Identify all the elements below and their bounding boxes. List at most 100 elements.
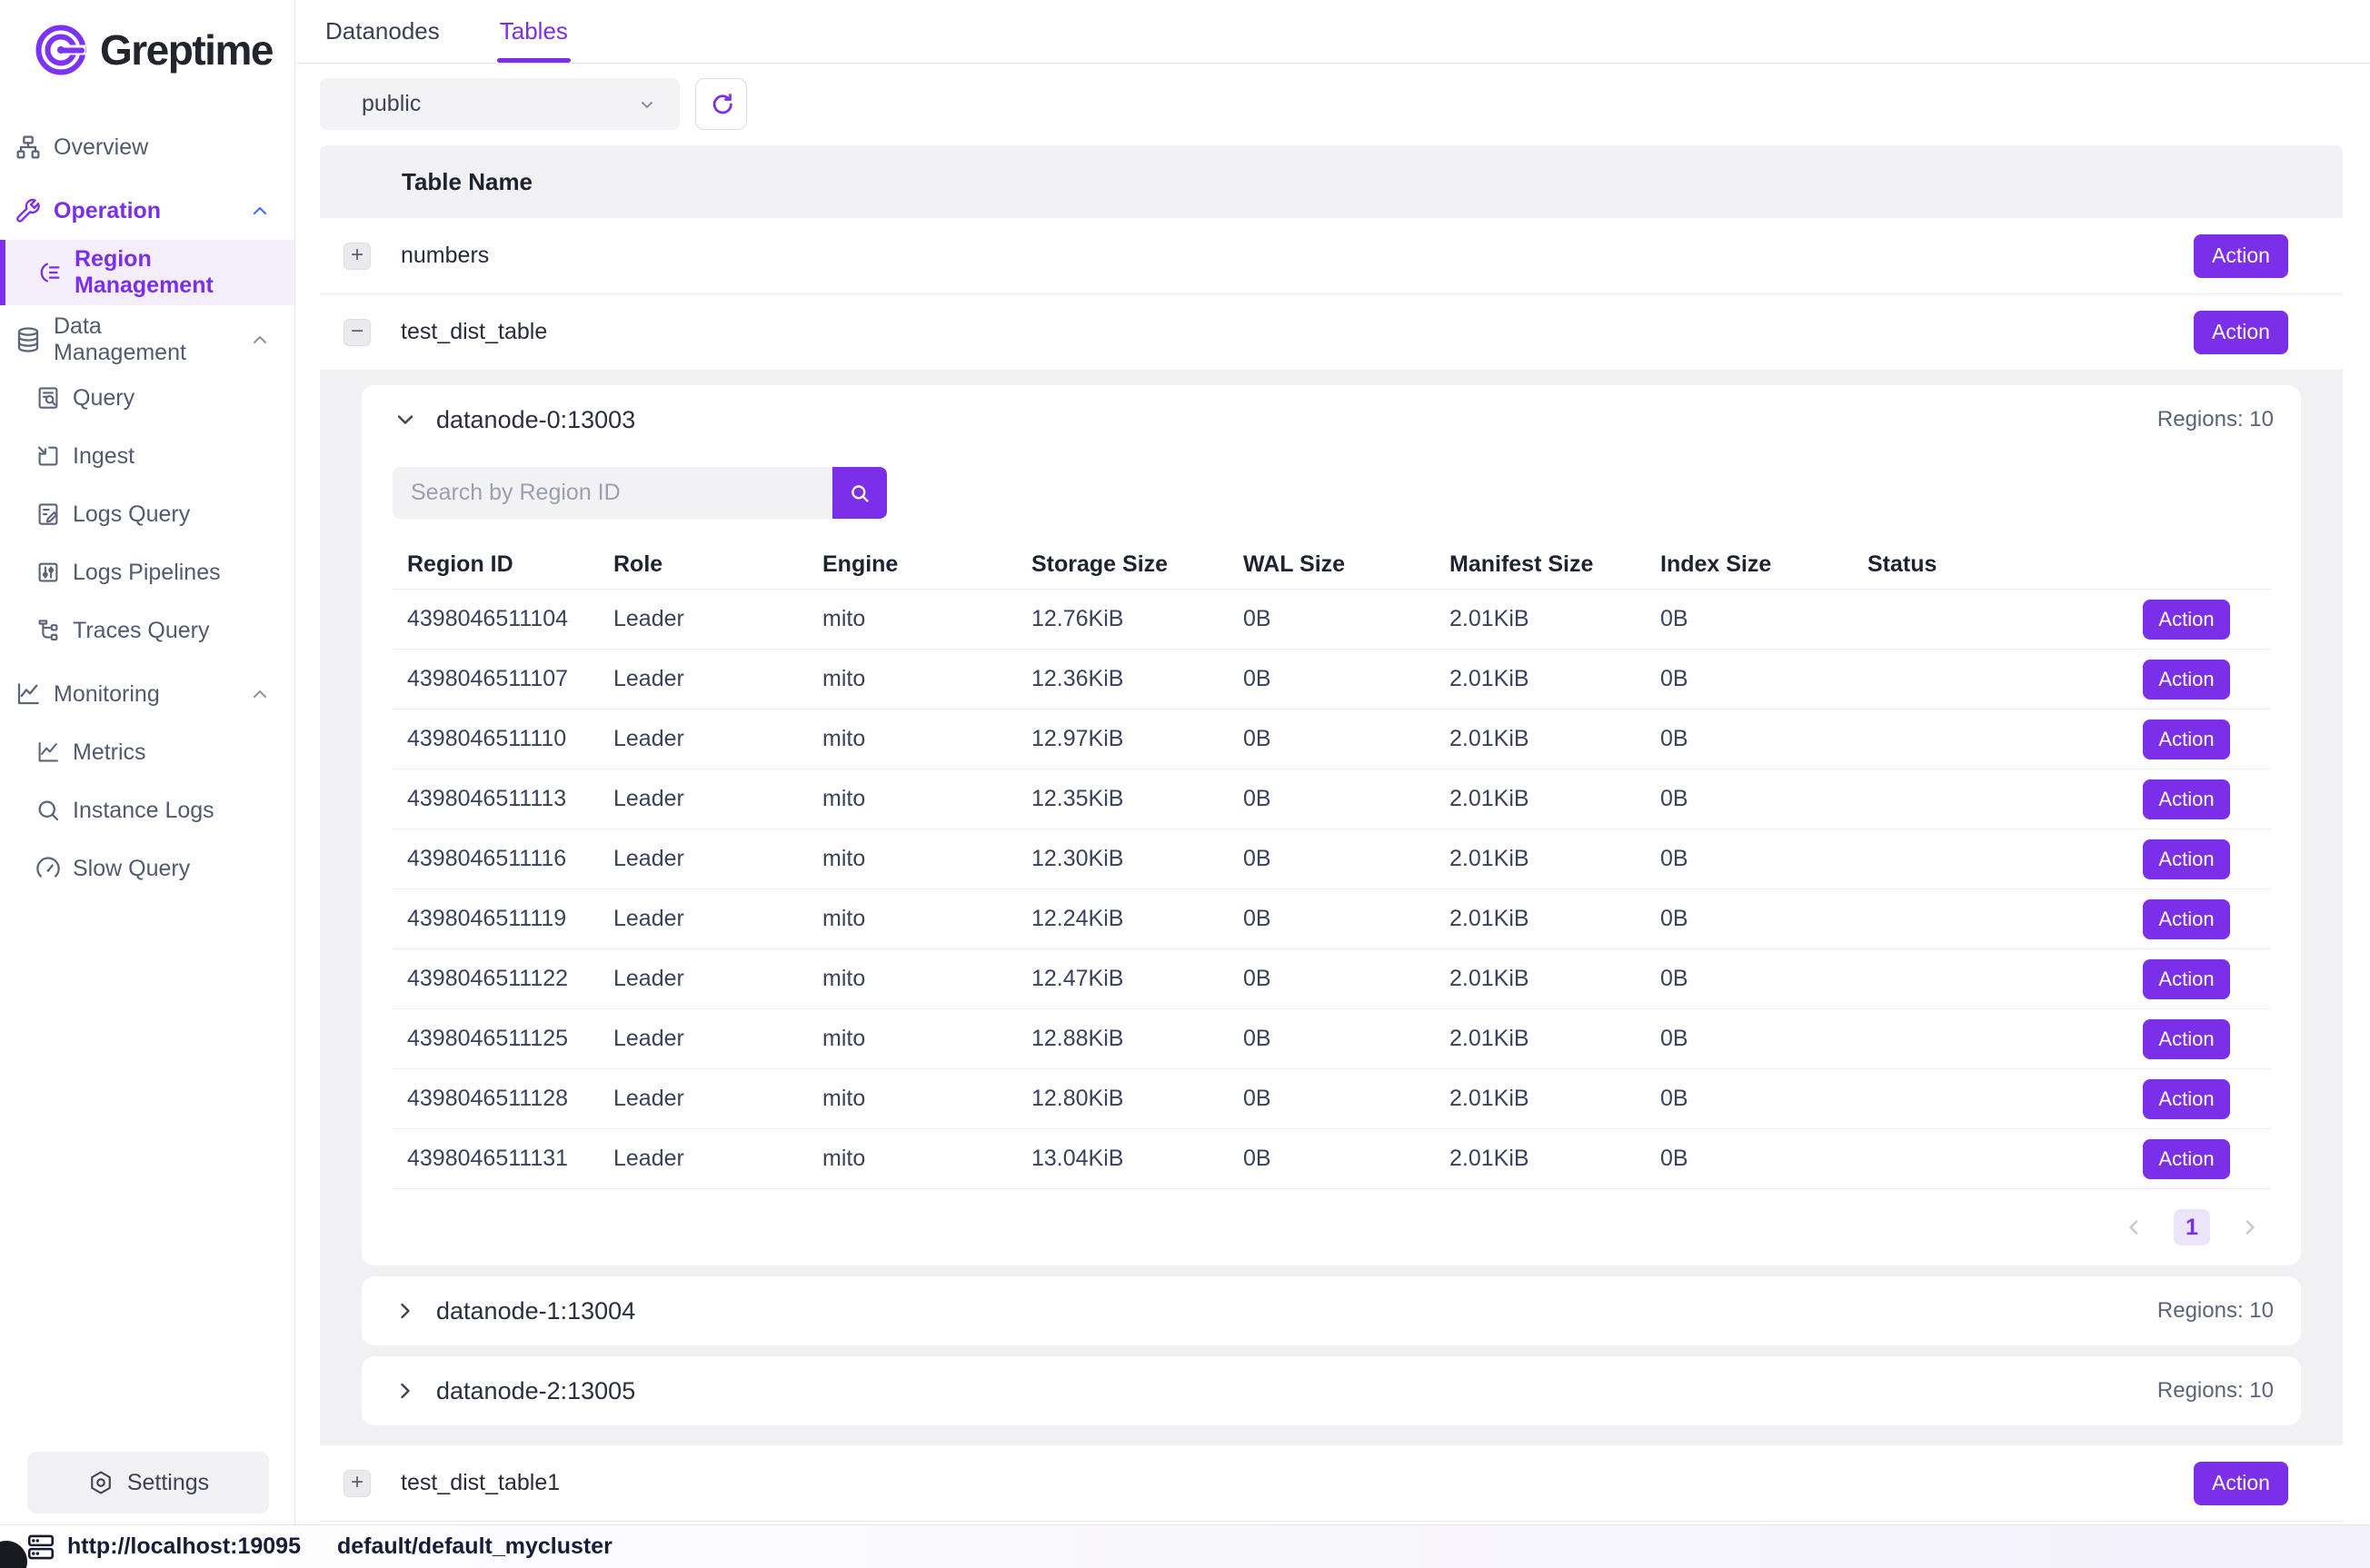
- wrench-icon: [14, 196, 43, 225]
- sidebar-item-slow-query[interactable]: Slow Query: [0, 839, 294, 898]
- region-search-input[interactable]: [393, 467, 832, 519]
- chevron-up-icon[interactable]: [249, 683, 271, 705]
- cluster-name[interactable]: default/default_mycluster: [337, 1533, 612, 1560]
- collapse-button[interactable]: −: [344, 319, 371, 346]
- sidebar-section-data-management[interactable]: Data Management: [0, 311, 294, 369]
- region-table-row: 4398046511104 Leader mito 12.76KiB 0B 2.…: [393, 590, 2270, 650]
- region-action-button[interactable]: Action: [2143, 1019, 2230, 1059]
- database-icon: [14, 325, 43, 354]
- chevron-down-icon: [636, 94, 658, 115]
- datanode-0-body: Region ID Role Engine Storage Size WAL S…: [362, 467, 2301, 1265]
- role-cell: Leader: [613, 1086, 822, 1112]
- chevron-up-icon[interactable]: [249, 329, 271, 351]
- col-index-size: Index Size: [1660, 551, 1867, 578]
- index-size-cell: 0B: [1660, 666, 1867, 692]
- index-size-cell: 0B: [1660, 606, 1867, 632]
- role-cell: Leader: [613, 966, 822, 992]
- sidebar-section-monitoring[interactable]: Monitoring: [0, 665, 294, 723]
- datanode-name: datanode-0:13003: [436, 406, 635, 434]
- sidebar-section-operation[interactable]: Operation: [0, 182, 294, 240]
- tab-tables[interactable]: Tables: [497, 0, 571, 63]
- storage-size-cell: 12.97KiB: [1031, 726, 1243, 752]
- region-action-button[interactable]: Action: [2143, 839, 2230, 879]
- chevron-up-icon[interactable]: [249, 200, 271, 222]
- region-action-button[interactable]: Action: [2143, 1139, 2230, 1179]
- region-table-row: 4398046511107 Leader mito 12.36KiB 0B 2.…: [393, 650, 2270, 710]
- region-action-button[interactable]: Action: [2143, 779, 2230, 819]
- engine-cell: mito: [822, 906, 1031, 932]
- datanode-2-card: datanode-2:13005 Regions: 10: [362, 1356, 2301, 1425]
- wal-size-cell: 0B: [1243, 1026, 1449, 1052]
- pagination-page-1[interactable]: 1: [2174, 1209, 2210, 1245]
- regions-count: Regions: 10: [2157, 1298, 2274, 1324]
- engine-cell: mito: [822, 966, 1031, 992]
- sidebar-item-label: Operation: [54, 198, 161, 224]
- region-id-cell: 4398046511107: [407, 666, 613, 692]
- expand-button[interactable]: +: [344, 243, 371, 270]
- settings-button[interactable]: Settings: [27, 1452, 269, 1513]
- sidebar-item-region-management[interactable]: Region Management: [0, 240, 294, 305]
- table-action-button[interactable]: Action: [2194, 1462, 2288, 1505]
- wal-size-cell: 0B: [1243, 786, 1449, 812]
- sidebar-item-overview[interactable]: Overview: [0, 118, 294, 176]
- pagination-next-icon[interactable]: [2237, 1216, 2261, 1239]
- region-action-button[interactable]: Action: [2143, 719, 2230, 759]
- wal-size-cell: 0B: [1243, 726, 1449, 752]
- table-name: test_dist_table1: [401, 1470, 560, 1496]
- branch-tree-icon: [35, 617, 62, 644]
- tab-bar: Datanodes Tables: [295, 0, 2370, 64]
- col-storage-size: Storage Size: [1031, 551, 1243, 578]
- region-action-button[interactable]: Action: [2143, 660, 2230, 700]
- region-id-cell: 4398046511116: [407, 846, 613, 872]
- region-action-button[interactable]: Action: [2143, 959, 2230, 999]
- table-action-button[interactable]: Action: [2194, 234, 2288, 278]
- sidebar-item-label: Query: [73, 385, 134, 412]
- sidebar-item-logs-pipelines[interactable]: Logs Pipelines: [0, 543, 294, 601]
- engine-cell: mito: [822, 606, 1031, 632]
- datanode-name: datanode-1:13004: [436, 1297, 635, 1325]
- region-action-button[interactable]: Action: [2143, 1079, 2230, 1119]
- refresh-button[interactable]: [695, 78, 747, 130]
- sidebar-item-instance-logs[interactable]: Instance Logs: [0, 781, 294, 839]
- sidebar-item-ingest[interactable]: Ingest: [0, 427, 294, 485]
- greptime-dashboard: Greptime Overview Operation: [0, 0, 2370, 1568]
- table-row-numbers[interactable]: + numbers Action: [320, 218, 2343, 294]
- toolbar: public: [320, 78, 2343, 130]
- region-id-cell: 4398046511125: [407, 1026, 613, 1052]
- wal-size-cell: 0B: [1243, 906, 1449, 932]
- gauge-icon: [35, 855, 62, 882]
- manifest-size-cell: 2.01KiB: [1449, 906, 1660, 932]
- datanode-1-header[interactable]: datanode-1:13004 Regions: 10: [362, 1276, 2301, 1345]
- engine-cell: mito: [822, 786, 1031, 812]
- sidebar: Greptime Overview Operation: [0, 0, 295, 1524]
- sidebar-item-label: Instance Logs: [73, 798, 214, 824]
- database-select[interactable]: public: [320, 78, 680, 130]
- manifest-size-cell: 2.01KiB: [1449, 726, 1660, 752]
- table-action-button[interactable]: Action: [2194, 311, 2288, 354]
- expand-button[interactable]: +: [344, 1470, 371, 1497]
- datanode-2-header[interactable]: datanode-2:13005 Regions: 10: [362, 1356, 2301, 1425]
- manifest-size-cell: 2.01KiB: [1449, 846, 1660, 872]
- server-url[interactable]: http://localhost:19095: [67, 1533, 301, 1560]
- sidebar-item-label: Region Management: [75, 246, 294, 299]
- tab-datanodes[interactable]: Datanodes: [323, 0, 443, 63]
- chevron-right-icon: [393, 1378, 418, 1404]
- engine-cell: mito: [822, 846, 1031, 872]
- chevron-right-icon: [393, 1298, 418, 1324]
- table-row-test-dist-table1[interactable]: + test_dist_table1 Action: [320, 1445, 2343, 1522]
- sidebar-item-metrics[interactable]: Metrics: [0, 723, 294, 781]
- sidebar-item-traces-query[interactable]: Traces Query: [0, 601, 294, 660]
- sidebar-item-label: Overview: [54, 134, 148, 161]
- server-icon: [25, 1532, 56, 1563]
- region-action-button[interactable]: Action: [2143, 899, 2230, 939]
- datanode-0-header[interactable]: datanode-0:13003 Regions: 10: [362, 385, 2301, 454]
- sidebar-item-query[interactable]: Query: [0, 369, 294, 427]
- region-search-button[interactable]: [832, 467, 887, 519]
- col-region-id: Region ID: [407, 551, 613, 578]
- pagination-prev-icon[interactable]: [2123, 1216, 2146, 1239]
- region-action-button[interactable]: Action: [2143, 600, 2230, 640]
- sidebar-item-logs-query[interactable]: Logs Query: [0, 485, 294, 543]
- datanode-panels: datanode-0:13003 Regions: 10: [320, 371, 2343, 1445]
- sidebar-item-label: Traces Query: [73, 618, 210, 644]
- table-row-test-dist-table[interactable]: − test_dist_table Action: [320, 294, 2343, 371]
